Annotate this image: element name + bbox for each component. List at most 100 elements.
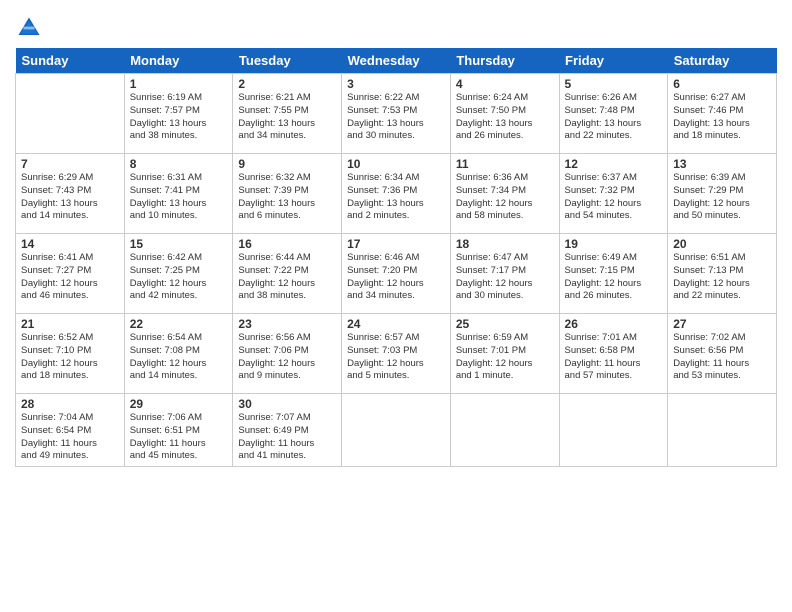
day-number: 27	[673, 317, 771, 331]
logo-icon	[15, 14, 43, 42]
calendar-cell: 17Sunrise: 6:46 AM Sunset: 7:20 PM Dayli…	[342, 234, 451, 314]
header-row: SundayMondayTuesdayWednesdayThursdayFrid…	[16, 48, 777, 74]
calendar-cell: 28Sunrise: 7:04 AM Sunset: 6:54 PM Dayli…	[16, 394, 125, 467]
calendar-cell: 12Sunrise: 6:37 AM Sunset: 7:32 PM Dayli…	[559, 154, 668, 234]
calendar-cell: 15Sunrise: 6:42 AM Sunset: 7:25 PM Dayli…	[124, 234, 233, 314]
header-day-sunday: Sunday	[16, 48, 125, 74]
day-number: 10	[347, 157, 445, 171]
day-info: Sunrise: 7:02 AM Sunset: 6:56 PM Dayligh…	[673, 332, 771, 383]
calendar-cell	[450, 394, 559, 467]
day-info: Sunrise: 6:52 AM Sunset: 7:10 PM Dayligh…	[21, 332, 119, 383]
calendar-cell	[559, 394, 668, 467]
day-number: 19	[565, 237, 663, 251]
day-number: 20	[673, 237, 771, 251]
day-info: Sunrise: 7:07 AM Sunset: 6:49 PM Dayligh…	[238, 412, 336, 463]
calendar-cell: 10Sunrise: 6:34 AM Sunset: 7:36 PM Dayli…	[342, 154, 451, 234]
page-container: SundayMondayTuesdayWednesdayThursdayFrid…	[0, 0, 792, 477]
day-number: 3	[347, 77, 445, 91]
day-number: 16	[238, 237, 336, 251]
calendar-cell: 16Sunrise: 6:44 AM Sunset: 7:22 PM Dayli…	[233, 234, 342, 314]
calendar-week-2: 7Sunrise: 6:29 AM Sunset: 7:43 PM Daylig…	[16, 154, 777, 234]
day-number: 12	[565, 157, 663, 171]
day-info: Sunrise: 6:54 AM Sunset: 7:08 PM Dayligh…	[130, 332, 228, 383]
calendar-cell	[342, 394, 451, 467]
calendar-cell	[16, 74, 125, 154]
day-number: 28	[21, 397, 119, 411]
day-info: Sunrise: 6:39 AM Sunset: 7:29 PM Dayligh…	[673, 172, 771, 223]
calendar-cell: 26Sunrise: 7:01 AM Sunset: 6:58 PM Dayli…	[559, 314, 668, 394]
day-info: Sunrise: 6:47 AM Sunset: 7:17 PM Dayligh…	[456, 252, 554, 303]
day-info: Sunrise: 6:31 AM Sunset: 7:41 PM Dayligh…	[130, 172, 228, 223]
day-info: Sunrise: 7:01 AM Sunset: 6:58 PM Dayligh…	[565, 332, 663, 383]
calendar-cell: 27Sunrise: 7:02 AM Sunset: 6:56 PM Dayli…	[668, 314, 777, 394]
calendar-cell	[668, 394, 777, 467]
calendar-cell: 8Sunrise: 6:31 AM Sunset: 7:41 PM Daylig…	[124, 154, 233, 234]
calendar-cell: 14Sunrise: 6:41 AM Sunset: 7:27 PM Dayli…	[16, 234, 125, 314]
day-info: Sunrise: 6:37 AM Sunset: 7:32 PM Dayligh…	[565, 172, 663, 223]
calendar-cell: 3Sunrise: 6:22 AM Sunset: 7:53 PM Daylig…	[342, 74, 451, 154]
day-number: 6	[673, 77, 771, 91]
day-info: Sunrise: 7:04 AM Sunset: 6:54 PM Dayligh…	[21, 412, 119, 463]
calendar-cell: 22Sunrise: 6:54 AM Sunset: 7:08 PM Dayli…	[124, 314, 233, 394]
day-info: Sunrise: 6:19 AM Sunset: 7:57 PM Dayligh…	[130, 92, 228, 143]
header-day-tuesday: Tuesday	[233, 48, 342, 74]
day-info: Sunrise: 6:21 AM Sunset: 7:55 PM Dayligh…	[238, 92, 336, 143]
calendar-cell: 1Sunrise: 6:19 AM Sunset: 7:57 PM Daylig…	[124, 74, 233, 154]
day-info: Sunrise: 6:42 AM Sunset: 7:25 PM Dayligh…	[130, 252, 228, 303]
header-day-wednesday: Wednesday	[342, 48, 451, 74]
header-day-friday: Friday	[559, 48, 668, 74]
day-info: Sunrise: 6:59 AM Sunset: 7:01 PM Dayligh…	[456, 332, 554, 383]
calendar-cell: 30Sunrise: 7:07 AM Sunset: 6:49 PM Dayli…	[233, 394, 342, 467]
day-info: Sunrise: 6:27 AM Sunset: 7:46 PM Dayligh…	[673, 92, 771, 143]
logo	[15, 14, 47, 42]
day-number: 17	[347, 237, 445, 251]
header-day-monday: Monday	[124, 48, 233, 74]
day-info: Sunrise: 6:56 AM Sunset: 7:06 PM Dayligh…	[238, 332, 336, 383]
day-number: 24	[347, 317, 445, 331]
day-info: Sunrise: 6:34 AM Sunset: 7:36 PM Dayligh…	[347, 172, 445, 223]
day-info: Sunrise: 6:32 AM Sunset: 7:39 PM Dayligh…	[238, 172, 336, 223]
day-info: Sunrise: 6:22 AM Sunset: 7:53 PM Dayligh…	[347, 92, 445, 143]
day-info: Sunrise: 6:57 AM Sunset: 7:03 PM Dayligh…	[347, 332, 445, 383]
calendar-cell: 9Sunrise: 6:32 AM Sunset: 7:39 PM Daylig…	[233, 154, 342, 234]
calendar-week-1: 1Sunrise: 6:19 AM Sunset: 7:57 PM Daylig…	[16, 74, 777, 154]
calendar-cell: 5Sunrise: 6:26 AM Sunset: 7:48 PM Daylig…	[559, 74, 668, 154]
day-number: 21	[21, 317, 119, 331]
day-number: 23	[238, 317, 336, 331]
calendar-cell: 25Sunrise: 6:59 AM Sunset: 7:01 PM Dayli…	[450, 314, 559, 394]
day-number: 25	[456, 317, 554, 331]
header	[15, 10, 777, 42]
calendar-cell: 11Sunrise: 6:36 AM Sunset: 7:34 PM Dayli…	[450, 154, 559, 234]
day-number: 7	[21, 157, 119, 171]
calendar-cell: 7Sunrise: 6:29 AM Sunset: 7:43 PM Daylig…	[16, 154, 125, 234]
calendar-cell: 20Sunrise: 6:51 AM Sunset: 7:13 PM Dayli…	[668, 234, 777, 314]
day-info: Sunrise: 6:36 AM Sunset: 7:34 PM Dayligh…	[456, 172, 554, 223]
day-number: 15	[130, 237, 228, 251]
day-number: 14	[21, 237, 119, 251]
day-number: 22	[130, 317, 228, 331]
day-info: Sunrise: 6:24 AM Sunset: 7:50 PM Dayligh…	[456, 92, 554, 143]
day-number: 2	[238, 77, 336, 91]
calendar-cell: 4Sunrise: 6:24 AM Sunset: 7:50 PM Daylig…	[450, 74, 559, 154]
day-info: Sunrise: 6:46 AM Sunset: 7:20 PM Dayligh…	[347, 252, 445, 303]
day-number: 30	[238, 397, 336, 411]
calendar-cell: 13Sunrise: 6:39 AM Sunset: 7:29 PM Dayli…	[668, 154, 777, 234]
calendar-cell: 29Sunrise: 7:06 AM Sunset: 6:51 PM Dayli…	[124, 394, 233, 467]
calendar-week-4: 21Sunrise: 6:52 AM Sunset: 7:10 PM Dayli…	[16, 314, 777, 394]
day-number: 13	[673, 157, 771, 171]
day-number: 9	[238, 157, 336, 171]
calendar-week-5: 28Sunrise: 7:04 AM Sunset: 6:54 PM Dayli…	[16, 394, 777, 467]
day-info: Sunrise: 6:44 AM Sunset: 7:22 PM Dayligh…	[238, 252, 336, 303]
calendar-cell: 19Sunrise: 6:49 AM Sunset: 7:15 PM Dayli…	[559, 234, 668, 314]
header-day-saturday: Saturday	[668, 48, 777, 74]
calendar-cell: 18Sunrise: 6:47 AM Sunset: 7:17 PM Dayli…	[450, 234, 559, 314]
calendar-cell: 24Sunrise: 6:57 AM Sunset: 7:03 PM Dayli…	[342, 314, 451, 394]
calendar-cell: 2Sunrise: 6:21 AM Sunset: 7:55 PM Daylig…	[233, 74, 342, 154]
day-info: Sunrise: 7:06 AM Sunset: 6:51 PM Dayligh…	[130, 412, 228, 463]
day-info: Sunrise: 6:41 AM Sunset: 7:27 PM Dayligh…	[21, 252, 119, 303]
day-number: 29	[130, 397, 228, 411]
header-day-thursday: Thursday	[450, 48, 559, 74]
day-number: 4	[456, 77, 554, 91]
day-info: Sunrise: 6:51 AM Sunset: 7:13 PM Dayligh…	[673, 252, 771, 303]
day-number: 1	[130, 77, 228, 91]
